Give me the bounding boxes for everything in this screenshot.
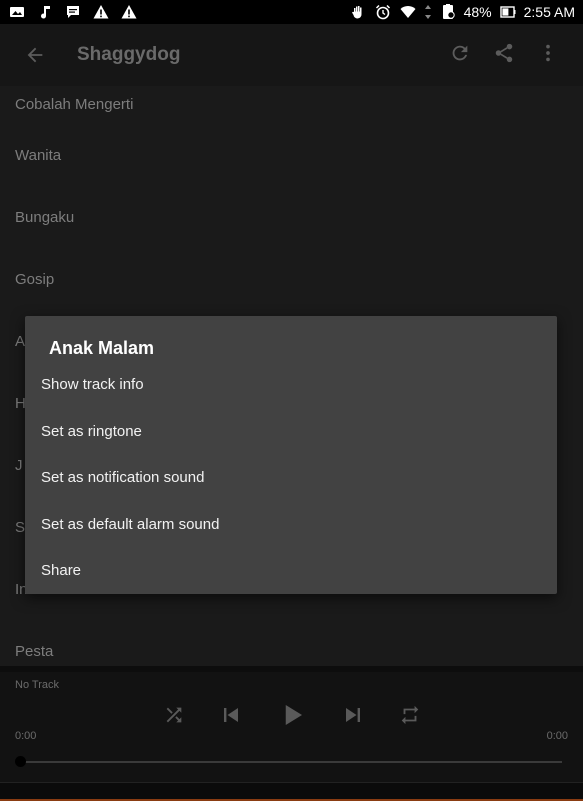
list-item[interactable]: Wanita bbox=[0, 124, 583, 186]
refresh-icon[interactable] bbox=[449, 42, 471, 69]
status-left-icons bbox=[8, 3, 138, 21]
dialog-title: Anak Malam bbox=[49, 338, 155, 358]
player-bar: No Track 0:00 0:00 bbox=[0, 672, 583, 801]
status-bar: 48% 2:55 AM bbox=[0, 0, 583, 24]
menu-item-show-track-info[interactable]: Show track info bbox=[41, 376, 144, 393]
list-item[interactable]: Bungaku bbox=[0, 186, 583, 248]
app-bar-actions bbox=[449, 42, 559, 69]
seek-bar-track[interactable] bbox=[20, 761, 562, 763]
previous-icon[interactable] bbox=[219, 703, 243, 732]
clock: 2:55 AM bbox=[523, 4, 575, 20]
seek-bar-thumb[interactable] bbox=[15, 756, 26, 767]
play-icon[interactable] bbox=[277, 700, 307, 735]
list-item[interactable]: Gosip bbox=[0, 248, 583, 310]
player-controls bbox=[0, 700, 583, 735]
navigation-strip bbox=[0, 782, 583, 801]
status-right-icons: 48% 2:55 AM bbox=[349, 3, 575, 21]
list-item[interactable]: Cobalah Mengerti bbox=[0, 86, 583, 124]
track-title: Pesta bbox=[15, 642, 54, 660]
track-title: Wanita bbox=[15, 146, 62, 164]
list-item[interactable]: Pesta bbox=[0, 620, 583, 666]
menu-item-set-notification-sound[interactable]: Set as notification sound bbox=[41, 469, 204, 486]
repeat-icon[interactable] bbox=[399, 704, 421, 731]
alarm-icon bbox=[374, 3, 392, 21]
page-title: Shaggydog bbox=[77, 44, 181, 65]
track-title: Gosip bbox=[15, 270, 55, 288]
app-bar: Shaggydog bbox=[0, 24, 583, 86]
total-time: 0:00 bbox=[546, 730, 568, 742]
track-title: J bbox=[15, 456, 23, 474]
battery-icon bbox=[499, 3, 517, 21]
music-note-icon bbox=[36, 3, 54, 21]
menu-item-share[interactable]: Share bbox=[41, 562, 81, 579]
wifi-icon bbox=[399, 3, 417, 21]
warning-icon bbox=[120, 3, 138, 21]
elapsed-time: 0:00 bbox=[15, 730, 37, 742]
track-title: Bungaku bbox=[15, 208, 75, 226]
menu-item-set-ringtone[interactable]: Set as ringtone bbox=[41, 423, 142, 440]
more-vert-icon[interactable] bbox=[537, 42, 559, 69]
warning-icon bbox=[92, 3, 110, 21]
next-icon[interactable] bbox=[341, 703, 365, 732]
gallery-icon bbox=[8, 3, 26, 21]
shuffle-icon[interactable] bbox=[163, 704, 185, 731]
menu-item-set-alarm-sound[interactable]: Set as default alarm sound bbox=[41, 516, 219, 533]
battery-percent: 48% bbox=[463, 4, 492, 20]
track-title: Cobalah Mengerti bbox=[15, 96, 134, 113]
hand-icon bbox=[349, 3, 367, 21]
chat-icon bbox=[64, 3, 82, 21]
track-options-dialog: Anak Malam Show track info Set as ringto… bbox=[25, 316, 557, 594]
now-playing-label: No Track bbox=[15, 679, 60, 691]
track-title: A bbox=[15, 332, 26, 350]
track-title: S bbox=[15, 518, 26, 536]
battery-saver-icon bbox=[439, 3, 457, 21]
share-icon[interactable] bbox=[493, 42, 515, 69]
back-arrow-icon[interactable] bbox=[23, 43, 47, 67]
data-arrows-icon bbox=[424, 3, 432, 21]
